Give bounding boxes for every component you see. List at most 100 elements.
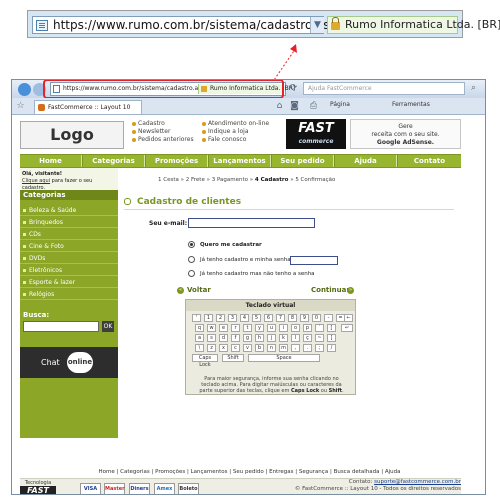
- keyboard-key[interactable]: 5: [252, 314, 261, 322]
- tab-fastcommerce[interactable]: FastCommerce :: Layout 10: [34, 100, 142, 114]
- keyboard-key[interactable]: 0: [312, 314, 321, 322]
- keyboard-key[interactable]: e: [219, 324, 228, 332]
- keyboard-key[interactable]: ]: [327, 334, 336, 342]
- page-menu[interactable]: Página: [330, 101, 350, 108]
- continue-link[interactable]: Continuar: [311, 286, 350, 294]
- radio-forgot-password[interactable]: [188, 270, 195, 277]
- header-link[interactable]: Pedidos anteriores: [132, 136, 194, 143]
- header-link[interactable]: Fale conosco: [202, 136, 246, 143]
- keyboard-key[interactable]: ç: [303, 334, 312, 342]
- keyboard-key[interactable]: f: [231, 334, 240, 342]
- keyboard-key[interactable]: p: [303, 324, 312, 332]
- keyboard-key[interactable]: g: [243, 334, 252, 342]
- keyboard-key[interactable]: h: [255, 334, 264, 342]
- keyboard-key[interactable]: t: [243, 324, 252, 332]
- sidebar-item-eletronicos[interactable]: Eletrônicos: [20, 265, 118, 276]
- keyboard-key[interactable]: \: [195, 344, 204, 352]
- keyboard-key[interactable]: q: [195, 324, 204, 332]
- enter-key[interactable]: ↵: [341, 324, 353, 332]
- fastcommerce-logo[interactable]: FAST commerce: [286, 119, 346, 149]
- url-dropdown-button[interactable]: ▼: [310, 17, 324, 33]
- print-icon[interactable]: ⎙: [308, 101, 319, 112]
- menu-promocoes[interactable]: Promoções: [146, 155, 208, 167]
- keyboard-key[interactable]: 1: [204, 314, 213, 322]
- keyboard-key[interactable]: 9: [300, 314, 309, 322]
- footer-link[interactable]: Segurança: [299, 469, 328, 475]
- zoomed-url-field[interactable]: https://www.rumo.com.br/sistema/cadastro…: [32, 16, 330, 34]
- keyboard-key[interactable]: 4: [240, 314, 249, 322]
- menu-seu-pedido[interactable]: Seu pedido: [272, 155, 334, 167]
- menu-ajuda[interactable]: Ajuda: [335, 155, 397, 167]
- refresh-icon[interactable]: ⟳: [288, 83, 299, 94]
- keyboard-key[interactable]: 3: [228, 314, 237, 322]
- sidebar-item-cds[interactable]: CDs: [20, 229, 118, 240]
- search-icon[interactable]: ⌕: [468, 83, 479, 94]
- footer-link[interactable]: Seu pedido: [233, 469, 264, 475]
- keyboard-key[interactable]: ,: [291, 344, 300, 352]
- keyboard-key[interactable]: l: [291, 334, 300, 342]
- home-icon[interactable]: ⌂: [274, 101, 285, 112]
- search-input[interactable]: Ajuda FastCommerce: [303, 82, 465, 95]
- footer-link[interactable]: Lançamentos: [191, 469, 228, 475]
- header-link[interactable]: Cadastro: [132, 120, 165, 127]
- keyboard-key[interactable]: [: [327, 324, 336, 332]
- header-link[interactable]: Indique a loja: [202, 128, 249, 135]
- sidebar-item-dvds[interactable]: DVDs: [20, 253, 118, 264]
- keyboard-key[interactable]: 6: [264, 314, 273, 322]
- sidebar-item-cine-foto[interactable]: Cine & Foto: [20, 241, 118, 252]
- header-link[interactable]: Atendimento on-line: [202, 120, 269, 127]
- sidebar-item-relogios[interactable]: Relógios: [20, 289, 118, 300]
- sidebar-search-input[interactable]: [23, 321, 99, 332]
- keyboard-key[interactable]: ': [192, 314, 201, 322]
- menu-home[interactable]: Home: [20, 155, 82, 167]
- keyboard-key[interactable]: s: [207, 334, 216, 342]
- footer-link[interactable]: Entregas: [269, 469, 293, 475]
- keyboard-key[interactable]: o: [291, 324, 300, 332]
- keyboard-key[interactable]: i: [279, 324, 288, 332]
- feeds-icon[interactable]: ◙: [289, 101, 300, 112]
- forward-arrow-icon[interactable]: »: [347, 287, 354, 294]
- keyboard-key[interactable]: b: [255, 344, 264, 352]
- keyboard-key[interactable]: d: [219, 334, 228, 342]
- menu-categorias[interactable]: Categorias: [83, 155, 145, 167]
- keyboard-key[interactable]: 7: [276, 314, 285, 322]
- shift-key[interactable]: Shift: [222, 354, 244, 362]
- keyboard-key[interactable]: z: [207, 344, 216, 352]
- keyboard-key[interactable]: y: [255, 324, 264, 332]
- signup-link[interactable]: Clique aqui: [22, 178, 50, 184]
- password-field[interactable]: [290, 256, 338, 265]
- chat-banner[interactable]: Chat online: [20, 347, 118, 378]
- keyboard-key[interactable]: ;: [315, 344, 324, 352]
- email-field[interactable]: [188, 218, 315, 228]
- footer-link[interactable]: Home: [99, 469, 115, 475]
- radio-registered[interactable]: [188, 256, 195, 263]
- footer-link[interactable]: Promoções: [155, 469, 185, 475]
- back-link[interactable]: Voltar: [187, 286, 211, 294]
- keyboard-key[interactable]: j: [267, 334, 276, 342]
- radio-new-customer[interactable]: [188, 241, 195, 248]
- keyboard-key[interactable]: ´: [315, 324, 324, 332]
- menu-lancamentos[interactable]: Lançamentos: [209, 155, 271, 167]
- footer-link[interactable]: Ajuda: [385, 469, 401, 475]
- keyboard-key[interactable]: x: [219, 344, 228, 352]
- adsense-banner[interactable]: Gere receita com o seu site. Google AdSens…: [350, 119, 461, 149]
- sidebar-search-button[interactable]: OK: [102, 321, 114, 332]
- keyboard-key[interactable]: 2: [216, 314, 225, 322]
- back-arrow-icon[interactable]: «: [177, 287, 184, 294]
- contact-email-link[interactable]: suporte@fastcommerce.com.br: [374, 479, 461, 485]
- keyboard-key[interactable]: c: [231, 344, 240, 352]
- caps-lock-key[interactable]: Caps Lock: [192, 354, 218, 368]
- space-key[interactable]: Space: [248, 354, 320, 362]
- keyboard-key[interactable]: .: [303, 344, 312, 352]
- keyboard-key[interactable]: a: [195, 334, 204, 342]
- keyboard-key[interactable]: 8: [288, 314, 297, 322]
- keyboard-key[interactable]: r: [231, 324, 240, 332]
- header-link[interactable]: Newsletter: [132, 128, 170, 135]
- sidebar-item-beleza[interactable]: Beleza & Saúde: [20, 205, 118, 216]
- keyboard-key[interactable]: k: [279, 334, 288, 342]
- keyboard-key[interactable]: u: [267, 324, 276, 332]
- zoomed-security-report[interactable]: Rumo Informatica Ltda. [BR]: [327, 16, 500, 34]
- sidebar-item-esporte[interactable]: Esporte & lazer: [20, 277, 118, 288]
- keyboard-key[interactable]: /: [327, 344, 336, 352]
- footer-link[interactable]: Busca detalhada: [334, 469, 380, 475]
